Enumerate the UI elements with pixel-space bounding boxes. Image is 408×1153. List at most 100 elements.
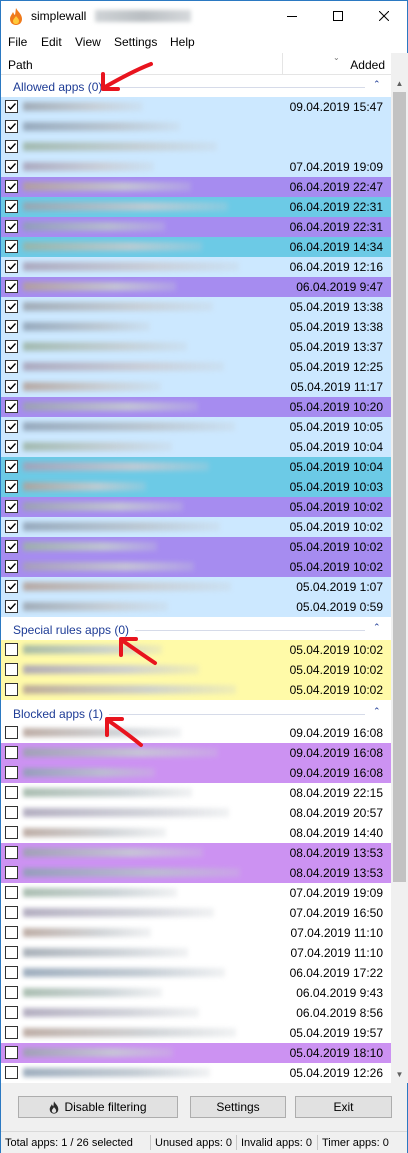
app-row[interactable]: 08.04.2019 13:53 [1, 843, 391, 863]
collapse-chevron-icon[interactable]: ⌃ [373, 706, 381, 717]
app-row[interactable]: 05.04.2019 10:05 [1, 417, 391, 437]
app-row[interactable]: 05.04.2019 10:20 [1, 397, 391, 417]
app-checkbox[interactable] [5, 866, 18, 879]
app-checkbox[interactable] [5, 786, 18, 799]
app-checkbox[interactable] [5, 1066, 18, 1079]
app-checkbox[interactable] [5, 1046, 18, 1059]
app-checkbox[interactable] [5, 220, 18, 233]
column-separator[interactable] [282, 53, 283, 75]
disable-filtering-button[interactable]: Disable filtering [18, 1096, 178, 1118]
app-checkbox[interactable] [5, 580, 18, 593]
vertical-scrollbar[interactable]: ▲ ▼ [391, 53, 408, 1083]
app-checkbox[interactable] [5, 1026, 18, 1039]
app-row[interactable]: 05.04.2019 10:02 [1, 557, 391, 577]
title-bar[interactable]: simplewall [1, 1, 407, 32]
group-header[interactable]: Blocked apps (1) ⌃ [1, 703, 391, 725]
app-checkbox[interactable] [5, 683, 18, 696]
app-checkbox[interactable] [5, 400, 18, 413]
app-checkbox[interactable] [5, 180, 18, 193]
app-checkbox[interactable] [5, 906, 18, 919]
app-checkbox[interactable] [5, 540, 18, 553]
app-checkbox[interactable] [5, 420, 18, 433]
app-checkbox[interactable] [5, 643, 18, 656]
app-checkbox[interactable] [5, 1006, 18, 1019]
app-row[interactable]: 08.04.2019 13:53 [1, 863, 391, 883]
app-checkbox[interactable] [5, 886, 18, 899]
app-checkbox[interactable] [5, 200, 18, 213]
app-row[interactable]: 08.04.2019 22:15 [1, 783, 391, 803]
app-checkbox[interactable] [5, 480, 18, 493]
app-row[interactable]: 06.04.2019 17:22 [1, 963, 391, 983]
app-row[interactable]: 06.04.2019 12:16 [1, 257, 391, 277]
scroll-up-icon[interactable]: ▲ [391, 75, 408, 92]
app-checkbox[interactable] [5, 160, 18, 173]
app-checkbox[interactable] [5, 280, 18, 293]
app-checkbox[interactable] [5, 600, 18, 613]
app-checkbox[interactable] [5, 806, 18, 819]
app-row[interactable]: 05.04.2019 10:02 [1, 640, 391, 660]
app-row[interactable]: 07.04.2019 11:10 [1, 943, 391, 963]
app-row[interactable]: 08.04.2019 14:40 [1, 823, 391, 843]
app-checkbox[interactable] [5, 300, 18, 313]
app-row[interactable]: 05.04.2019 13:38 [1, 297, 391, 317]
app-row[interactable]: 05.04.2019 10:02 [1, 497, 391, 517]
app-row[interactable]: 09.04.2019 16:08 [1, 723, 391, 743]
group-header[interactable]: Special rules apps (0) ⌃ [1, 619, 391, 641]
app-row[interactable]: 05.04.2019 12:25 [1, 357, 391, 377]
menu-help[interactable]: Help [170, 35, 195, 49]
app-checkbox[interactable] [5, 663, 18, 676]
app-row[interactable]: 05.04.2019 0:59 [1, 597, 391, 617]
exit-button[interactable]: Exit [295, 1096, 392, 1118]
app-checkbox[interactable] [5, 826, 18, 839]
app-checkbox[interactable] [5, 926, 18, 939]
app-checkbox[interactable] [5, 500, 18, 513]
scrollbar-thumb[interactable] [393, 92, 406, 882]
group-header[interactable]: Allowed apps (0) ⌃ [1, 76, 391, 98]
app-row[interactable]: 06.04.2019 8:56 [1, 1003, 391, 1023]
app-row[interactable]: 05.04.2019 11:17 [1, 377, 391, 397]
app-checkbox[interactable] [5, 766, 18, 779]
app-row[interactable]: 05.04.2019 10:02 [1, 517, 391, 537]
app-checkbox[interactable] [5, 986, 18, 999]
app-checkbox[interactable] [5, 460, 18, 473]
app-row[interactable]: 05.04.2019 18:10 [1, 1043, 391, 1063]
minimize-button[interactable] [269, 1, 315, 32]
app-row[interactable]: 06.04.2019 9:47 [1, 277, 391, 297]
close-button[interactable] [361, 1, 407, 32]
menu-edit[interactable]: Edit [41, 35, 62, 49]
app-row[interactable]: 09.04.2019 16:08 [1, 743, 391, 763]
collapse-chevron-icon[interactable]: ⌃ [373, 79, 381, 90]
app-row[interactable]: 07.04.2019 19:09 [1, 157, 391, 177]
app-row[interactable]: 05.04.2019 13:37 [1, 337, 391, 357]
app-checkbox[interactable] [5, 440, 18, 453]
app-checkbox[interactable] [5, 846, 18, 859]
app-row[interactable]: 06.04.2019 22:31 [1, 217, 391, 237]
scroll-down-icon[interactable]: ▼ [391, 1066, 408, 1083]
app-row[interactable]: 09.04.2019 16:08 [1, 763, 391, 783]
app-checkbox[interactable] [5, 240, 18, 253]
app-row[interactable]: 07.04.2019 11:10 [1, 923, 391, 943]
app-row[interactable]: 05.04.2019 12:26 [1, 1063, 391, 1083]
app-checkbox[interactable] [5, 726, 18, 739]
app-row[interactable]: 05.04.2019 10:02 [1, 660, 391, 680]
app-row[interactable]: 05.04.2019 19:57 [1, 1023, 391, 1043]
app-row[interactable]: 07.04.2019 16:50 [1, 903, 391, 923]
menu-view[interactable]: View [75, 35, 101, 49]
menu-file[interactable]: File [8, 35, 27, 49]
app-checkbox[interactable] [5, 340, 18, 353]
app-row[interactable]: 05.04.2019 13:38 [1, 317, 391, 337]
app-row[interactable]: 06.04.2019 14:34 [1, 237, 391, 257]
app-row[interactable]: 07.04.2019 19:09 [1, 883, 391, 903]
app-row[interactable] [1, 117, 391, 137]
app-checkbox[interactable] [5, 520, 18, 533]
app-checkbox[interactable] [5, 560, 18, 573]
app-checkbox[interactable] [5, 140, 18, 153]
app-row[interactable]: 05.04.2019 10:04 [1, 457, 391, 477]
app-checkbox[interactable] [5, 100, 18, 113]
app-checkbox[interactable] [5, 380, 18, 393]
settings-button[interactable]: Settings [190, 1096, 286, 1118]
app-row[interactable]: 05.04.2019 10:04 [1, 437, 391, 457]
column-header-added[interactable]: Added [350, 58, 385, 72]
app-row[interactable]: 05.04.2019 10:03 [1, 477, 391, 497]
app-checkbox[interactable] [5, 320, 18, 333]
